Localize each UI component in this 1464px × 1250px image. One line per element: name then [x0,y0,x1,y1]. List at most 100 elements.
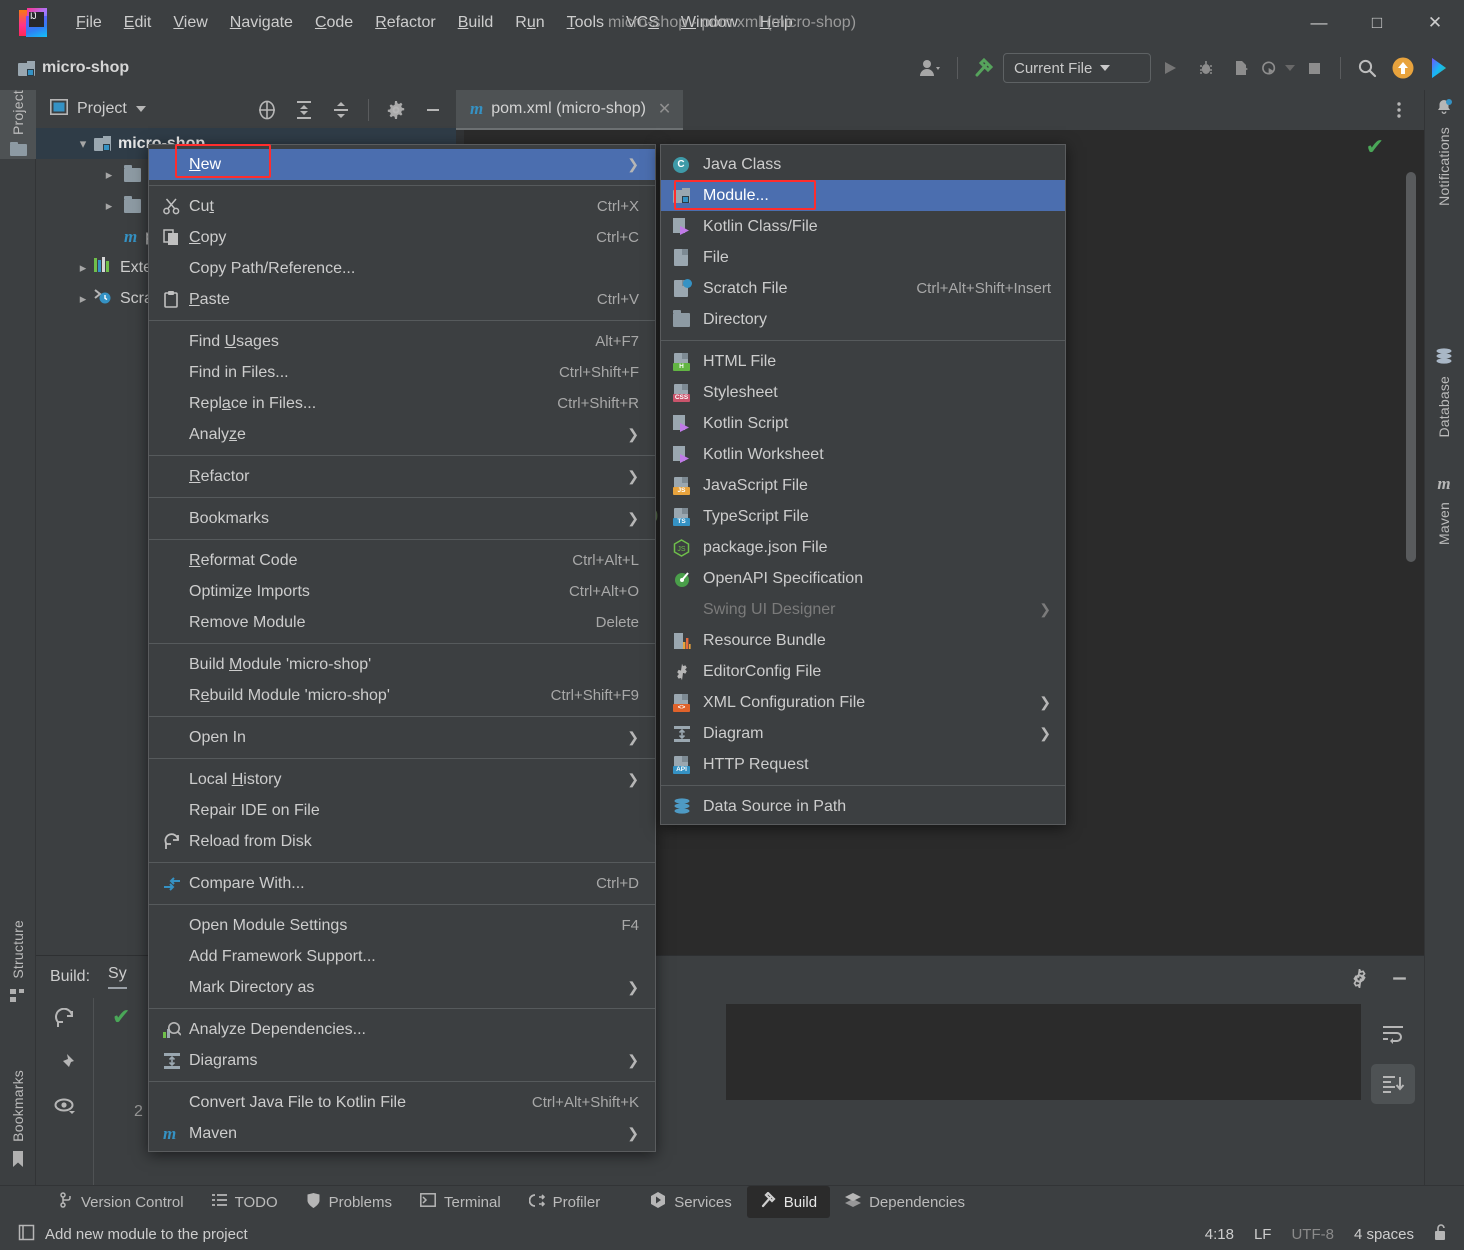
menu-build[interactable]: Build [448,10,504,36]
run-button[interactable] [1153,52,1187,84]
debug-button[interactable] [1189,52,1223,84]
submenu-item-kotlin-script[interactable]: Kotlin Script [661,408,1065,439]
stop-button[interactable] [1297,52,1331,84]
close-button[interactable]: ✕ [1406,0,1464,46]
editor-vertical-scrollbar[interactable] [1406,172,1416,562]
sidebar-item-notifications[interactable]: Notifications [1424,98,1464,206]
bottom-tab-version-control[interactable]: Version Control [46,1186,197,1218]
context-menu-item-new[interactable]: New ❯ [149,149,655,180]
caret-position[interactable]: 4:18 [1205,1226,1234,1243]
submenu-item-scratch-file[interactable]: Scratch File Ctrl+Alt+Shift+Insert [661,273,1065,304]
chevron-down-icon[interactable]: ▾ [74,136,92,152]
submenu-item-openapi-specification[interactable]: OpenAPI Specification [661,563,1065,594]
collapse-all-icon[interactable] [324,94,358,126]
build-panel-tab[interactable]: Sy [108,965,127,989]
soft-wrap-icon[interactable] [1371,1014,1415,1054]
bottom-tab-dependencies[interactable]: Dependencies [832,1187,978,1218]
maximize-button[interactable]: □ [1348,0,1406,46]
menu-refactor[interactable]: Refactor [365,10,445,36]
close-icon[interactable]: ✕ [658,99,671,119]
hide-panel-icon[interactable] [416,94,450,126]
build-hammer-icon[interactable] [967,52,1001,84]
submenu-item-java-class[interactable]: C Java Class [661,149,1065,180]
bottom-tab-profiler[interactable]: Profiler [516,1187,614,1218]
submenu-item-javascript-file[interactable]: JS JavaScript File [661,470,1065,501]
bottom-tab-terminal[interactable]: Terminal [407,1187,514,1217]
submenu-item-directory[interactable]: Directory [661,304,1065,335]
chevron-down-icon[interactable] [135,106,146,112]
context-menu-item-reformat-code[interactable]: Reformat Code Ctrl+Alt+L [149,545,655,576]
user-account-icon[interactable] [914,52,948,84]
context-menu-item-analyze[interactable]: Analyze ❯ [149,419,655,450]
context-menu-item-open-module-settings[interactable]: Open Module Settings F4 [149,910,655,941]
minimize-button[interactable]: — [1290,0,1348,46]
submenu-item-html-file[interactable]: H HTML File [661,346,1065,377]
menu-code[interactable]: Code [305,10,363,36]
context-menu-item-compare-with[interactable]: Compare With... Ctrl+D [149,868,655,899]
menu-navigate[interactable]: Navigate [220,10,303,36]
submenu-item-diagram[interactable]: Diagram ❯ [661,718,1065,749]
submenu-item-resource-bundle[interactable]: Resource Bundle [661,625,1065,656]
menu-tools[interactable]: Tools [557,10,614,36]
profile-button[interactable] [1261,52,1295,84]
submenu-item-http-request[interactable]: API HTTP Request [661,749,1065,780]
sidebar-item-maven[interactable]: m Maven [1424,474,1464,545]
sidebar-item-structure[interactable]: Structure [0,920,36,1006]
search-everywhere-icon[interactable] [1350,52,1384,84]
context-menu-item-repair-ide[interactable]: Repair IDE on File [149,795,655,826]
eye-icon[interactable] [54,1096,76,1120]
build-output-console[interactable] [726,1004,1361,1100]
submenu-item-xml-configuration-file[interactable]: <> XML Configuration File ❯ [661,687,1065,718]
context-menu-item-remove-module[interactable]: Remove Module Delete [149,607,655,638]
context-menu-item-paste[interactable]: Paste Ctrl+V [149,284,655,315]
update-project-icon[interactable] [1386,52,1420,84]
context-menu-item-find-usages[interactable]: Find Usages Alt+F7 [149,326,655,357]
sidebar-item-project[interactable]: Project [0,90,36,159]
scroll-to-end-icon[interactable] [1370,1064,1415,1104]
expand-all-icon[interactable] [287,94,321,126]
rerun-icon[interactable] [54,1007,76,1034]
context-menu-item-mark-directory-as[interactable]: Mark Directory as ❯ [149,972,655,1003]
breadcrumb[interactable]: micro-shop [18,59,129,77]
file-encoding[interactable]: UTF-8 [1291,1226,1334,1243]
chevron-right-icon[interactable]: ▸ [74,260,92,276]
chevron-right-icon[interactable]: ▸ [100,167,118,183]
context-menu-item-copy[interactable]: Copy Ctrl+C [149,222,655,253]
menu-run[interactable]: Run [505,10,554,36]
lock-icon[interactable] [1434,1223,1448,1245]
bottom-tab-todo[interactable]: TODO [199,1187,291,1217]
context-menu-item-local-history[interactable]: Local History ❯ [149,764,655,795]
chevron-right-icon[interactable]: ▸ [100,198,118,214]
editor-options-icon[interactable] [1382,94,1416,126]
context-menu-item-replace-in-files[interactable]: Replace in Files... Ctrl+Shift+R [149,388,655,419]
menu-view[interactable]: View [163,10,217,36]
submenu-item-stylesheet[interactable]: CSS Stylesheet [661,377,1065,408]
context-menu-item-refactor[interactable]: Refactor ❯ [149,461,655,492]
submenu-item-editorconfig-file[interactable]: EditorConfig File [661,656,1065,687]
context-menu-item-reload-from-disk[interactable]: Reload from Disk [149,826,655,857]
submenu-item-data-source-in-path[interactable]: Data Source in Path [661,791,1065,822]
submenu-item-file[interactable]: File [661,242,1065,273]
context-menu-item-optimize-imports[interactable]: Optimize Imports Ctrl+Alt+O [149,576,655,607]
menu-edit[interactable]: Edit [114,10,162,36]
bottom-tab-services[interactable]: Services [637,1186,745,1218]
run-with-coverage-button[interactable] [1225,52,1259,84]
context-menu-item-diagrams[interactable]: Diagrams ❯ [149,1045,655,1076]
context-menu-item-open-in[interactable]: Open In ❯ [149,722,655,753]
pin-icon[interactable] [54,1052,76,1078]
line-separator[interactable]: LF [1254,1226,1272,1243]
submenu-item-typescript-file[interactable]: TS TypeScript File [661,501,1065,532]
bottom-tab-problems[interactable]: Problems [293,1187,405,1218]
project-settings-gear-icon[interactable] [379,94,413,126]
context-menu-item-copy-path[interactable]: Copy Path/Reference... [149,253,655,284]
ide-feature-icon[interactable] [1422,52,1456,84]
run-configuration-selector[interactable]: Current File [1003,53,1151,83]
sidebar-item-database[interactable]: Database [1424,348,1464,438]
submenu-item-kotlin-class-file[interactable]: Kotlin Class/File [661,211,1065,242]
editor-tab-pom-xml[interactable]: m pom.xml (micro-shop) ✕ [456,90,684,130]
submenu-item-package-json-file[interactable]: JS package.json File [661,532,1065,563]
chevron-right-icon[interactable]: ▸ [74,291,92,307]
context-menu-item-bookmarks[interactable]: Bookmarks ❯ [149,503,655,534]
context-menu-item-cut[interactable]: Cut Ctrl+X [149,191,655,222]
context-menu-item-rebuild-module[interactable]: Rebuild Module 'micro-shop' Ctrl+Shift+F… [149,680,655,711]
